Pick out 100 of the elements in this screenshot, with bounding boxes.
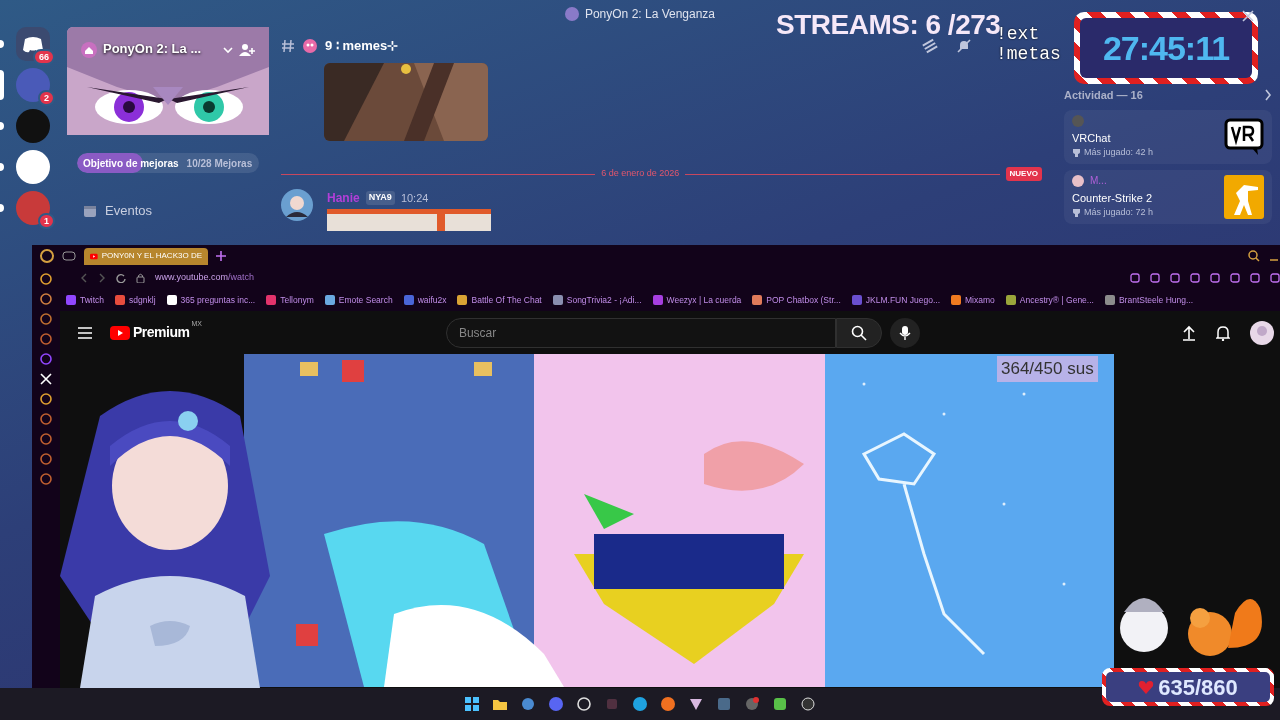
command-text: !metas: [996, 44, 1061, 64]
menu-icon[interactable]: [78, 326, 92, 339]
pocket-icon[interactable]: [1190, 273, 1200, 283]
sidebar-app-icon[interactable]: [40, 293, 52, 305]
bookmark[interactable]: POP Chatbox (Str...: [752, 293, 841, 307]
sidebar-app-icon[interactable]: [40, 333, 52, 345]
sidebar-app-icon[interactable]: [40, 353, 52, 365]
bookmark[interactable]: Tellonym: [266, 293, 314, 307]
app-icon[interactable]: [772, 696, 788, 712]
puzzle-icon[interactable]: [1250, 273, 1260, 283]
trophy-icon: [1072, 208, 1081, 218]
close-icon[interactable]: [1242, 9, 1254, 22]
download-icon[interactable]: [1270, 273, 1280, 283]
new-messages-badge: NUEVO: [1005, 167, 1042, 181]
threads-icon[interactable]: [922, 38, 938, 54]
back-icon[interactable]: [80, 273, 88, 283]
emoji-icon: [303, 39, 317, 53]
date-divider: 6 de enero de 2026: [601, 167, 680, 181]
send-icon[interactable]: [1210, 273, 1220, 283]
invite-icon[interactable]: [239, 42, 255, 57]
mute-icon[interactable]: [956, 38, 972, 54]
timer-display: 27:45:11: [1080, 18, 1252, 78]
heart-icon: [1138, 680, 1155, 694]
hashtag-icon: [281, 39, 295, 53]
new-tab-icon[interactable]: [216, 251, 226, 261]
subs-goal: 364/450 sus: [997, 356, 1098, 382]
user-name: M...: [1090, 174, 1107, 188]
youtube-icon: [90, 251, 98, 261]
bookmark[interactable]: SongTrivia2 - ¡Adi...: [552, 293, 642, 307]
search-button[interactable]: [835, 317, 882, 348]
forward-icon[interactable]: [98, 273, 106, 283]
controller-icon[interactable]: [62, 251, 76, 261]
bookmark[interactable]: Weezyx | La cuerda: [652, 293, 742, 307]
boost-progress[interactable]: Objetivo de mejoras 10/28 Mejoras: [77, 153, 259, 173]
sidebar-app-icon[interactable]: [40, 273, 52, 285]
boost-count: 10/28 Mejoras: [186, 156, 253, 171]
user-avatar: [1072, 114, 1084, 127]
pin-icon[interactable]: [1150, 273, 1160, 283]
bell-icon[interactable]: [1216, 324, 1230, 341]
chevron-right-icon[interactable]: [1264, 89, 1272, 102]
activity-card[interactable]: M... Counter-Strike 2 Más jugado: 72 h: [1064, 169, 1272, 224]
sidebar-app-icon[interactable]: [40, 413, 52, 425]
bookmark[interactable]: waifu2x: [403, 293, 447, 307]
calendar-icon: [83, 203, 97, 218]
vr-logo-icon: [1224, 117, 1264, 156]
address-bar[interactable]: www.youtube.com/watch: [155, 271, 255, 285]
bookmark[interactable]: Emote Search: [324, 293, 393, 307]
bookmark[interactable]: 365 preguntas inc...: [166, 293, 256, 307]
activity-header: Actividad — 16: [1064, 88, 1143, 103]
search-icon[interactable]: [1248, 250, 1260, 262]
start-icon[interactable]: [464, 696, 480, 712]
server-banner[interactable]: PonyOn 2: La ...: [67, 27, 269, 135]
play-logo-icon: [110, 325, 130, 340]
browser-icon[interactable]: [660, 696, 676, 712]
reload-icon[interactable]: [116, 273, 126, 283]
x-logo-icon[interactable]: [40, 373, 52, 385]
search-field[interactable]: Buscar: [445, 317, 836, 348]
favicon-icon: [66, 295, 76, 305]
favicon-icon: [1005, 295, 1016, 305]
channel-name: 9 ∶ memes⊹: [325, 37, 399, 56]
play-time: Más jugado: 42 h: [1084, 146, 1154, 159]
zoom-icon[interactable]: [1130, 273, 1140, 283]
browser-logo-icon[interactable]: [40, 249, 54, 263]
favicon-icon: [266, 295, 277, 305]
server-icon: [564, 7, 579, 22]
favicon-icon: [1104, 295, 1115, 305]
favicon-icon: [403, 295, 414, 305]
account-avatar[interactable]: [1250, 320, 1274, 345]
message-time: 10:24: [400, 190, 429, 206]
sidebar-app-icon[interactable]: [40, 433, 52, 445]
snapshot-icon[interactable]: [1170, 273, 1180, 283]
microphone-button[interactable]: [889, 317, 920, 348]
activity-card[interactable]: VRChat Más jugado: 42 h: [1064, 109, 1272, 164]
app-icon[interactable]: [576, 696, 592, 712]
favicon-icon: [324, 295, 335, 305]
server-boost-icon: [81, 41, 97, 58]
bookmark[interactable]: Battle Of The Chat: [457, 293, 542, 307]
bookmark[interactable]: JKLM.FUN Juego...: [851, 293, 940, 307]
server-icon[interactable]: [16, 27, 50, 61]
bookmark[interactable]: BrantSteele Hung...: [1104, 293, 1194, 307]
soldier-logo-icon: [1224, 174, 1264, 219]
sidebar-app-icon[interactable]: [40, 453, 52, 465]
browser-icon[interactable]: [632, 696, 648, 712]
search-icon: [850, 324, 867, 341]
channel-item[interactable]: Eventos: [67, 195, 269, 227]
chevron-down-icon: [223, 45, 233, 54]
youtube-logo[interactable]: Premium: [110, 322, 190, 343]
app-icon[interactable]: [800, 696, 816, 712]
bookmark[interactable]: Ancestry® | Gene...: [1005, 293, 1094, 307]
sidebar-app-icon[interactable]: [40, 313, 52, 325]
server-icon[interactable]: [16, 150, 50, 184]
bookmark[interactable]: Mixamo: [951, 293, 995, 307]
sidebar-app-icon[interactable]: [40, 473, 52, 485]
user-tag: NYA9: [365, 191, 395, 205]
bookmark[interactable]: sdgnklj: [115, 293, 156, 307]
bookmark[interactable]: Twitch: [66, 293, 105, 307]
app-icon[interactable]: [688, 696, 704, 712]
sidebar-app-icon[interactable]: [40, 393, 52, 405]
upload-icon[interactable]: [1182, 324, 1196, 341]
hearts-counter: 635/860: [1158, 673, 1238, 702]
